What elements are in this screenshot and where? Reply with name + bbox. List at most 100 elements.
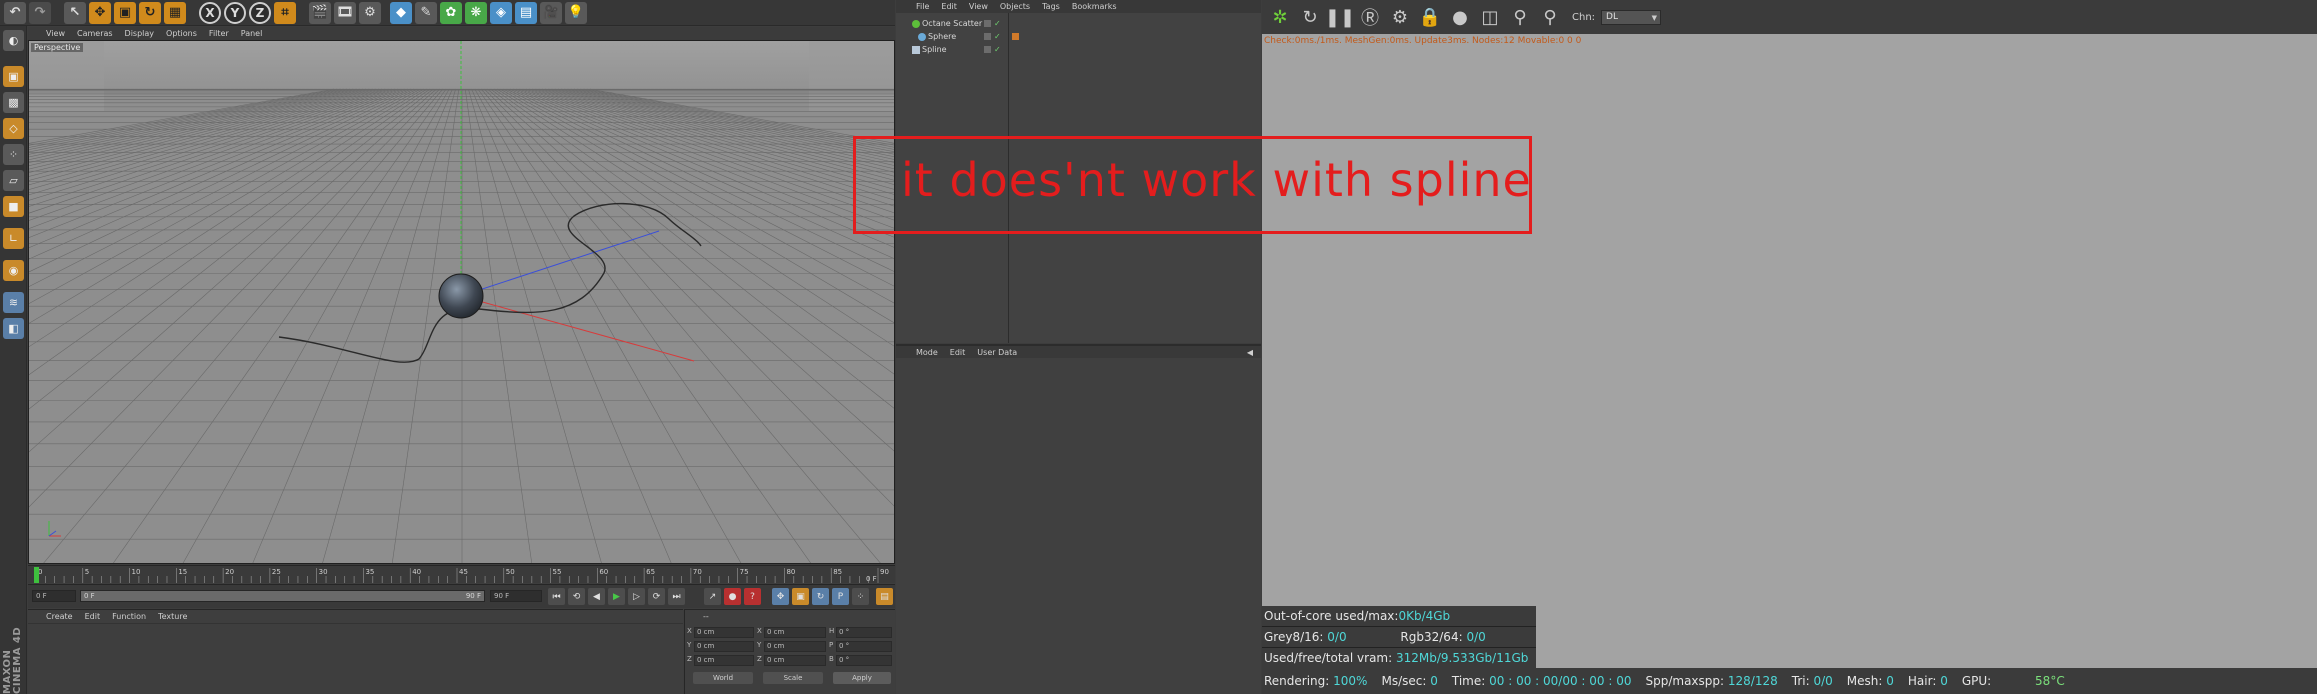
object-row-sphere[interactable]: Sphere ✓ [896, 30, 1261, 43]
visibility-dot-icon[interactable] [984, 33, 991, 40]
enabled-check-icon[interactable]: ✓ [994, 43, 1001, 56]
workplane-mode-icon[interactable]: ◇ [3, 118, 24, 139]
back-arrow-icon[interactable]: ◀ [1247, 348, 1253, 357]
playhead[interactable] [34, 567, 39, 583]
undo-icon[interactable]: ↶ [4, 1, 26, 24]
region-render-icon[interactable]: Ⓡ [1358, 5, 1382, 29]
octane-send-scene-icon[interactable]: ✲ [1268, 5, 1292, 29]
sphere-object[interactable] [438, 273, 484, 319]
perspective-viewport[interactable]: Perspective [28, 40, 895, 564]
edges-mode-icon[interactable]: ▱ [3, 170, 24, 191]
timeline-ruler[interactable]: 0 5 10 15 20 25 30 35 40 45 50 55 60 65 70 75 80 85 90 0 F [28, 565, 895, 583]
material-ball-icon[interactable]: ● [1448, 5, 1472, 29]
scale-mode-select[interactable]: Scale [763, 672, 823, 684]
go-to-start-icon[interactable]: ⏮ [548, 588, 565, 605]
render-picture-viewer-icon[interactable]: 🎞 [334, 1, 356, 24]
select-tool-icon[interactable]: ↖ [64, 1, 86, 24]
viewport-menu-display[interactable]: Display [125, 29, 155, 38]
viewport-menu-filter[interactable]: Filter [209, 29, 229, 38]
channel-select[interactable]: DL [1601, 9, 1662, 25]
points-mode-icon[interactable]: ⁘ [3, 144, 24, 165]
light-icon[interactable]: 💡 [565, 1, 587, 24]
model-mode-icon[interactable]: ▣ [3, 66, 24, 87]
x-axis-toggle[interactable]: X [199, 1, 221, 24]
move-tool-icon[interactable]: ✥ [89, 1, 111, 24]
world-mode-select[interactable]: World [693, 672, 753, 684]
object-menu-view[interactable]: View [969, 2, 988, 11]
current-frame-field[interactable]: 0 F [32, 590, 76, 602]
keyframe-selection-icon[interactable]: ↗ [704, 588, 721, 605]
viewport-menu-view[interactable]: View [46, 29, 65, 38]
coordinate-system-icon[interactable]: ⌗ [274, 1, 296, 24]
array-icon[interactable]: ❋ [465, 1, 487, 24]
pick-focus-icon[interactable]: ⚲ [1508, 5, 1532, 29]
position-y-field[interactable]: 0 cm [694, 641, 754, 652]
render-settings-icon[interactable]: ⚙ [359, 1, 381, 24]
go-to-end-icon[interactable]: ⏭ [668, 588, 685, 605]
lock-icon[interactable]: 🔒 [1418, 5, 1442, 29]
attributes-menu-edit[interactable]: Edit [950, 348, 966, 357]
spline-pen-icon[interactable]: ✎ [415, 1, 437, 24]
size-y-field[interactable]: 0 cm [764, 641, 826, 652]
settings-gear-icon[interactable]: ⚙ [1388, 5, 1412, 29]
material-menu-edit[interactable]: Edit [85, 612, 101, 621]
viewport-menu-panel[interactable]: Panel [241, 29, 263, 38]
range-slider[interactable]: 0 F 90 F [80, 590, 485, 602]
next-key-icon[interactable]: ⟳ [648, 588, 665, 605]
size-z-field[interactable]: 0 cm [764, 655, 826, 666]
size-x-field[interactable]: 0 cm [764, 627, 826, 638]
material-menu-create[interactable]: Create [46, 612, 73, 621]
snap-icon[interactable]: ≋ [3, 292, 24, 313]
viewport-clip-icon[interactable]: ◫ [1478, 5, 1502, 29]
rotation-b-field[interactable]: 0 ° [836, 655, 892, 666]
deformer-icon[interactable]: ◈ [490, 1, 512, 24]
viewport-menu-cameras[interactable]: Cameras [77, 29, 113, 38]
rotate-key-icon[interactable]: ↻ [812, 588, 829, 605]
pla-key-icon[interactable]: ⁘ [852, 588, 869, 605]
scale-key-icon[interactable]: ▣ [792, 588, 809, 605]
visibility-dot-icon[interactable] [984, 46, 991, 53]
camera-icon[interactable]: 🎥 [540, 1, 562, 24]
y-axis-toggle[interactable]: Y [224, 1, 246, 24]
previous-key-icon[interactable]: ⟲ [568, 588, 585, 605]
position-z-field[interactable]: 0 cm [694, 655, 754, 666]
pick-material-icon[interactable]: ⚲ [1538, 5, 1562, 29]
param-key-icon[interactable]: P [832, 588, 849, 605]
apply-button[interactable]: Apply [833, 672, 891, 684]
workplane-icon[interactable]: ◧ [3, 318, 24, 339]
material-menu-texture[interactable]: Texture [158, 612, 187, 621]
viewport-menu-options[interactable]: Options [166, 29, 197, 38]
previous-frame-icon[interactable]: ◀ [588, 588, 605, 605]
restart-render-icon[interactable]: ↻ [1298, 5, 1322, 29]
attributes-menu-user-data[interactable]: User Data [977, 348, 1017, 357]
recent-tool-icon[interactable]: ▦ [164, 1, 186, 24]
record-icon[interactable]: ● [724, 588, 741, 605]
end-frame-field[interactable]: 90 F [490, 590, 542, 602]
object-menu-file[interactable]: File [916, 2, 929, 11]
visibility-dot-icon[interactable] [984, 20, 991, 27]
object-row-octane-scatter[interactable]: Octane Scatter ✓ [896, 17, 1261, 30]
make-editable-icon[interactable]: ◐ [3, 30, 24, 51]
autokey-icon[interactable]: ? [744, 588, 761, 605]
z-axis-toggle[interactable]: Z [249, 1, 271, 24]
object-menu-edit[interactable]: Edit [941, 2, 957, 11]
enabled-check-icon[interactable]: ✓ [994, 17, 1001, 30]
rotate-tool-icon[interactable]: ↻ [139, 1, 161, 24]
nurbs-icon[interactable]: ✿ [440, 1, 462, 24]
octane-object-tag-icon[interactable] [1012, 33, 1019, 40]
move-key-icon[interactable]: ✥ [772, 588, 789, 605]
tweak-mode-icon[interactable]: ◉ [3, 260, 24, 281]
render-view-icon[interactable]: 🎬 [309, 1, 331, 24]
texture-mode-icon[interactable]: ▩ [3, 92, 24, 113]
axis-mode-icon[interactable]: ∟ [3, 228, 24, 249]
material-menu-function[interactable]: Function [112, 612, 146, 621]
next-frame-icon[interactable]: ▷ [628, 588, 645, 605]
position-x-field[interactable]: 0 cm [694, 627, 754, 638]
object-menu-objects[interactable]: Objects [1000, 2, 1030, 11]
cube-object-icon[interactable]: ◆ [390, 1, 412, 24]
object-row-spline[interactable]: Spline ✓ [896, 43, 1261, 56]
rotation-h-field[interactable]: 0 ° [836, 627, 892, 638]
enabled-check-icon[interactable]: ✓ [994, 30, 1001, 43]
object-menu-tags[interactable]: Tags [1042, 2, 1060, 11]
pause-render-icon[interactable]: ❚❚ [1325, 5, 1355, 29]
